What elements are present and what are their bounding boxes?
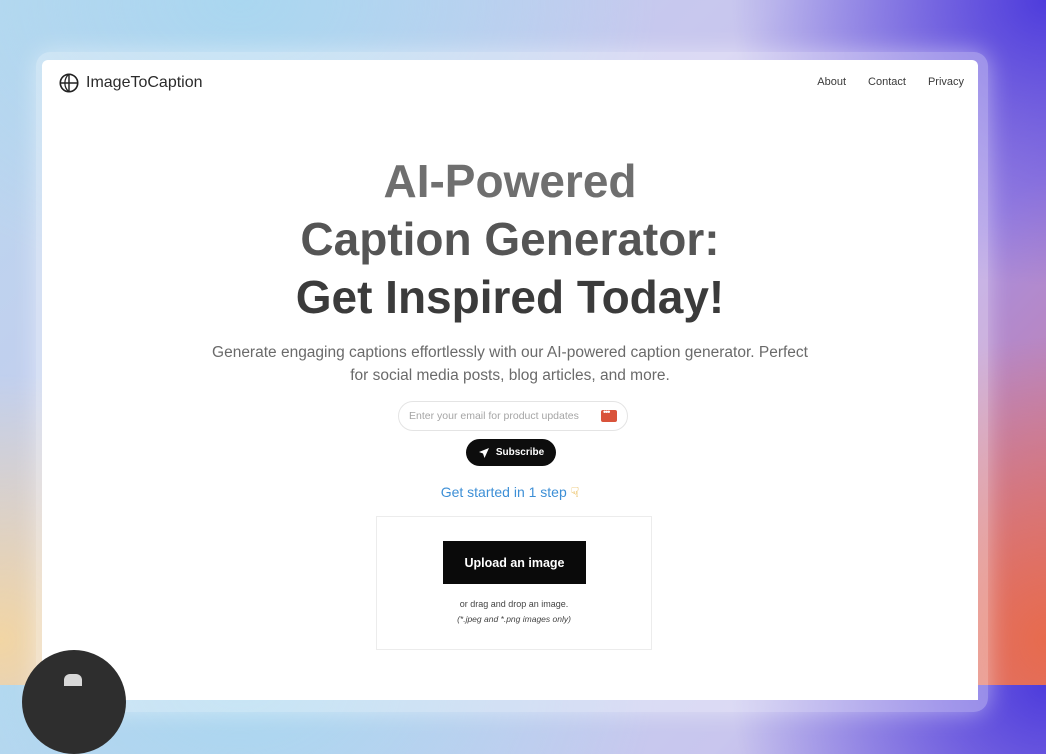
email-field-container [398, 401, 628, 431]
subscribe-button[interactable]: Subscribe [466, 439, 556, 466]
send-icon [478, 447, 489, 458]
get-started-text: Get started in 1 step ☟ [42, 484, 978, 501]
hero-title: AI-Powered Caption Generator: Get Inspir… [42, 152, 978, 326]
pointing-hand-icon: ☟ [570, 484, 580, 500]
password-manager-icon[interactable] [601, 407, 617, 422]
browser-window: ImageToCaption About Contact Privacy AI-… [42, 60, 978, 700]
hero-subtitle: Generate engaging captions effortlessly … [212, 344, 808, 384]
hero-title-line-1: AI-Powered [383, 155, 637, 207]
nav-link-privacy[interactable]: Privacy [928, 76, 964, 88]
floating-overlay-button[interactable] [22, 650, 126, 754]
brand-logo[interactable]: ImageToCaption [58, 72, 203, 94]
get-started-label: Get started in 1 step [440, 484, 567, 500]
brand-name: ImageToCaption [86, 74, 203, 91]
top-nav: About Contact Privacy [817, 76, 964, 88]
upload-dropzone[interactable]: Upload an image or drag and drop an imag… [376, 516, 652, 650]
top-bar: ImageToCaption About Contact Privacy [42, 60, 978, 106]
hero-title-line-3: Get Inspired Today! [295, 271, 725, 323]
drag-drop-hint: or drag and drop an image. [459, 599, 569, 609]
hero-title-line-2: Caption Generator: [300, 213, 720, 265]
overlay-icon [64, 674, 82, 686]
email-field[interactable] [409, 410, 599, 422]
globe-icon [59, 73, 79, 93]
subscribe-button-label: Subscribe [495, 447, 545, 458]
upload-image-button[interactable]: Upload an image [443, 541, 586, 584]
file-format-hint: (*.jpeg and *.png images only) [457, 614, 571, 624]
nav-link-about[interactable]: About [817, 76, 846, 88]
nav-link-contact[interactable]: Contact [868, 76, 906, 88]
